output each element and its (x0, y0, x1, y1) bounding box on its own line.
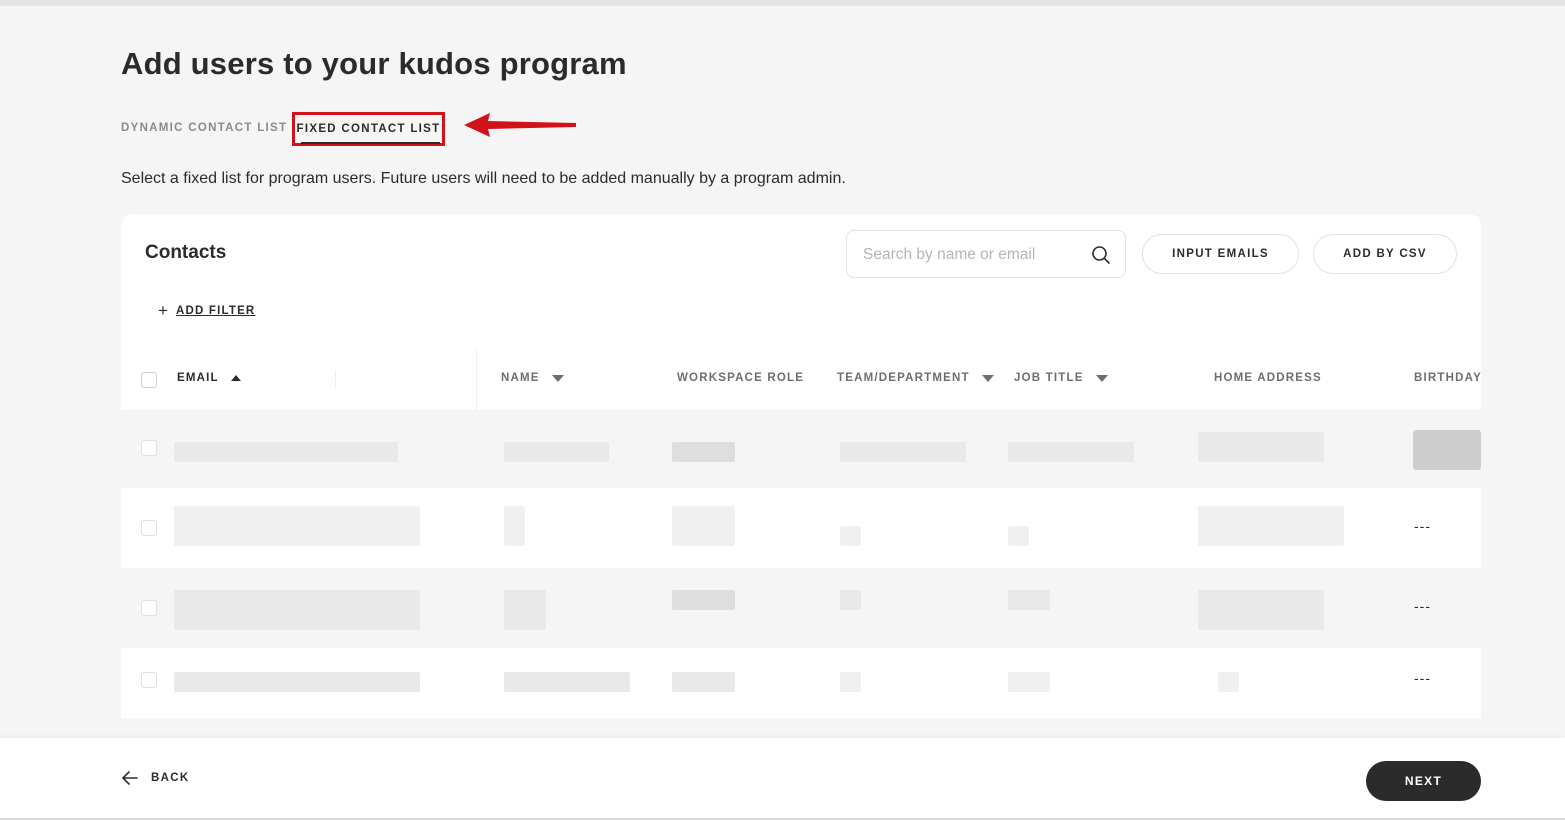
table-row[interactable] (121, 410, 1481, 490)
input-emails-button[interactable]: INPUT EMAILS (1142, 234, 1299, 274)
add-filter-button[interactable]: + ADD FILTER (158, 302, 255, 320)
arrow-left-icon (122, 771, 138, 785)
column-header-birthday[interactable]: BIRTHDAY (1414, 372, 1482, 384)
tab-fixed-contact-list[interactable]: FIXED CONTACT LIST (292, 112, 445, 146)
redacted-home-address (1198, 506, 1344, 546)
search-icon[interactable] (1091, 245, 1111, 265)
redacted-name (504, 442, 609, 462)
contacts-card: Contacts INPUT EMAILS ADD BY CSV + ADD F… (121, 214, 1482, 432)
select-all-checkbox[interactable] (141, 372, 157, 388)
column-divider (335, 370, 336, 388)
row-checkbox[interactable] (141, 600, 157, 616)
contacts-title: Contacts (145, 242, 227, 263)
page-title: Add users to your kudos program (121, 46, 627, 81)
plus-icon: + (158, 301, 168, 320)
column-header-home-address[interactable]: HOME ADDRESS (1214, 372, 1322, 384)
row-checkbox[interactable] (141, 440, 157, 456)
redacted-workspace-role (672, 672, 735, 692)
redacted-name (504, 506, 525, 546)
footer-bar: BACK NEXT (0, 738, 1565, 820)
redacted-email (174, 590, 420, 630)
column-header-birthday-label: BIRTHDAY (1414, 372, 1482, 384)
redacted-home-address (1218, 672, 1239, 692)
redacted-email (174, 672, 420, 692)
column-header-workspace-role[interactable]: WORKSPACE ROLE (677, 372, 804, 384)
birthday-value: --- (1414, 670, 1431, 686)
redacted-email (174, 506, 420, 546)
red-annotation-arrow-icon (464, 113, 576, 137)
redacted-job-title (1008, 672, 1050, 692)
column-header-email-label: EMAIL (177, 372, 219, 384)
column-header-job-title-label: JOB TITLE (1014, 372, 1084, 384)
tab-fixed-contact-list-label: FIXED CONTACT LIST (296, 123, 441, 135)
redacted-workspace-role (672, 442, 735, 462)
redacted-team (840, 442, 966, 462)
dropdown-caret-icon (1095, 374, 1108, 382)
row-checkbox[interactable] (141, 672, 157, 688)
column-header-workspace-role-label: WORKSPACE ROLE (677, 372, 805, 384)
table-header-row: EMAIL NAME WORKSPACE ROLE TEAM/DEPARTMEN… (121, 350, 1482, 432)
column-header-job-title[interactable]: JOB TITLE (1014, 372, 1108, 384)
redacted-name (504, 590, 546, 630)
redacted-team (840, 672, 861, 692)
column-header-home-address-label: HOME ADDRESS (1214, 372, 1322, 384)
birthday-value: --- (1414, 518, 1431, 534)
redacted-job-title (1008, 442, 1134, 462)
column-header-team-department[interactable]: TEAM/DEPARTMENT (837, 372, 994, 384)
sort-ascending-icon (230, 375, 241, 381)
redacted-name (504, 672, 630, 692)
redacted-home-address (1198, 590, 1324, 630)
next-button[interactable]: NEXT (1366, 761, 1481, 801)
tab-dynamic-contact-list[interactable]: DYNAMIC CONTACT LIST (121, 112, 287, 146)
redacted-workspace-role (672, 506, 735, 546)
column-header-email[interactable]: EMAIL (177, 372, 241, 384)
dropdown-caret-icon (551, 374, 564, 382)
page-subtitle: Select a fixed list for program users. F… (121, 170, 846, 187)
row-checkbox[interactable] (141, 520, 157, 536)
search-box (846, 230, 1126, 278)
redacted-job-title (1008, 590, 1050, 610)
column-header-name[interactable]: NAME (501, 372, 564, 384)
dropdown-caret-icon (981, 374, 994, 382)
column-header-team-department-label: TEAM/DEPARTMENT (837, 372, 970, 384)
add-filter-label: ADD FILTER (175, 305, 256, 317)
redacted-home-address (1198, 432, 1324, 462)
column-header-name-label: NAME (501, 372, 540, 384)
redacted-team (840, 590, 861, 610)
redacted-team (840, 526, 861, 546)
back-label: BACK (151, 772, 190, 784)
add-by-csv-button[interactable]: ADD BY CSV (1313, 234, 1457, 274)
table-row[interactable]: --- (121, 488, 1481, 568)
birthday-value: --- (1414, 598, 1431, 614)
table-row[interactable]: --- (121, 568, 1481, 648)
redacted-job-title (1008, 526, 1029, 546)
redacted-email (174, 442, 398, 462)
active-tab-underline (301, 142, 440, 144)
table-row[interactable]: --- (121, 648, 1481, 718)
back-button[interactable]: BACK (121, 770, 189, 786)
redacted-birthday (1413, 430, 1481, 470)
top-divider (0, 0, 1565, 6)
search-input[interactable] (863, 243, 1083, 267)
redacted-workspace-role (672, 590, 735, 610)
